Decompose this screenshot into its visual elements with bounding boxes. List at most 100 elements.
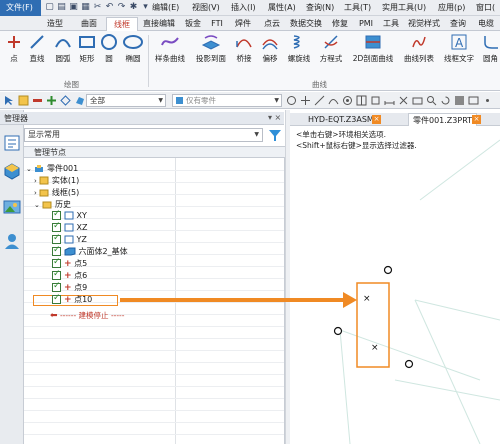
box-icon[interactable] (370, 95, 381, 106)
close-icon[interactable]: × (372, 115, 381, 124)
tab-visual-style[interactable]: 视觉样式 (404, 17, 444, 31)
tab-point-cloud[interactable]: 点云 (258, 17, 286, 31)
rectangle-button[interactable]: 矩形 (76, 33, 98, 75)
ellipse-button[interactable]: 椭圆 (121, 33, 145, 75)
zoom-icon[interactable] (426, 95, 437, 106)
line-tool-icon[interactable] (314, 95, 325, 106)
view-icon[interactable] (412, 95, 423, 106)
menu-utilities[interactable]: 实用工具(U) (382, 0, 426, 16)
tab-direct-edit[interactable]: 直接编辑 (138, 17, 180, 31)
filter-part-select[interactable]: 仅有零件 ▼ (172, 94, 282, 107)
visibility-checkbox[interactable] (52, 269, 61, 280)
expand-icon[interactable]: ⌄ (34, 201, 40, 209)
tree-node-point6[interactable]: + 点6 (64, 270, 87, 281)
shade-icon[interactable] (454, 95, 465, 106)
tree-node-wireframe[interactable]: › 线框(5) (34, 187, 79, 198)
filter-all-select[interactable]: 全部 ▼ (86, 94, 166, 107)
tab-pmi[interactable]: PMI (354, 17, 378, 31)
assembly-icon[interactable] (3, 162, 21, 180)
tab-sheet-metal[interactable]: 钣金 (180, 17, 206, 31)
add-icon[interactable] (46, 95, 57, 106)
tab-modeling[interactable]: 造型 (38, 17, 72, 31)
circle-button[interactable]: 圆 (98, 33, 120, 75)
tab-weldment[interactable]: 焊件 (228, 17, 258, 31)
tree-node-yz[interactable]: YZ (64, 234, 87, 245)
display-filter-select[interactable]: 显示常用 ▼ (24, 128, 263, 142)
cut-icon[interactable]: ✂ (92, 2, 103, 13)
wireframe-text-button[interactable]: A 线框文字 (440, 33, 478, 75)
2d-section-curve-button[interactable]: 2D剖面曲线 (348, 33, 398, 75)
rotate-icon[interactable] (440, 95, 451, 106)
image-library-icon[interactable] (3, 198, 21, 216)
tab-assembly-doc[interactable]: HYD-EQT.Z3ASM (304, 113, 378, 126)
spline-button[interactable]: 样条曲线 (152, 33, 188, 75)
visibility-checkbox[interactable] (52, 293, 61, 304)
tree-node-point9[interactable]: + 点9 (64, 282, 87, 293)
display-icon[interactable] (468, 95, 479, 106)
tab-cable[interactable]: 电缆 (472, 17, 500, 31)
equation-button[interactable]: 方程式 (316, 33, 346, 75)
3d-viewport[interactable] (290, 126, 500, 444)
settings-icon[interactable]: ✱ (128, 2, 139, 13)
arc-button[interactable]: 圆弧 (51, 33, 75, 75)
measure-icon[interactable] (384, 95, 395, 106)
delete-icon[interactable] (32, 95, 43, 106)
file-menu[interactable]: 文件(F) (0, 0, 41, 16)
pan-icon[interactable] (300, 95, 311, 106)
visibility-checkbox[interactable] (52, 281, 61, 292)
menu-window[interactable]: 窗口( (476, 0, 495, 16)
tab-fti[interactable]: FTI (206, 17, 228, 31)
save-icon[interactable]: ▣ (68, 2, 79, 13)
tree-node-root[interactable]: ⌄ 零件001 (26, 163, 78, 174)
pick-icon[interactable] (286, 95, 297, 106)
tab-data-exchange[interactable]: 数据交换 (286, 17, 326, 31)
expand-icon[interactable]: ⌄ (26, 165, 32, 173)
curve-tool-icon[interactable] (328, 95, 339, 106)
orbit-icon[interactable] (342, 95, 353, 106)
menu-view[interactable]: 视图(V) (192, 0, 220, 16)
menu-tools[interactable]: 工具(T) (344, 0, 371, 16)
fillet-button[interactable]: 圆角 (481, 33, 500, 75)
select-filter-icon[interactable] (18, 95, 29, 106)
new-file-icon[interactable]: ▢ (44, 2, 55, 13)
face-icon[interactable] (74, 95, 85, 106)
tab-tools[interactable]: 工具 (378, 17, 404, 31)
rollback-bar[interactable]: ⬅ ------ 建模停止 ----- (50, 310, 124, 321)
menu-query[interactable]: 查询(N) (306, 0, 334, 16)
helix-button[interactable]: 螺旋线 (284, 33, 314, 75)
point-button[interactable]: 点 (3, 33, 25, 75)
tree-node-hexahedron[interactable]: 六面体2_基体 (64, 246, 128, 257)
tab-repair[interactable]: 修复 (326, 17, 354, 31)
user-icon[interactable] (3, 232, 21, 250)
visibility-checkbox[interactable] (52, 257, 61, 268)
open-folder-icon[interactable]: ▤ (56, 2, 67, 13)
tree-node-solid[interactable]: › 实体(1) (34, 175, 79, 186)
undo-icon[interactable]: ↶ (104, 2, 115, 13)
close-icon[interactable]: × (472, 115, 481, 124)
tab-wireframe[interactable]: 线框 (106, 17, 138, 31)
menu-insert[interactable]: 插入(I) (231, 0, 256, 16)
menu-apps[interactable]: 应用(p) (438, 0, 465, 16)
snap-icon[interactable] (398, 95, 409, 106)
tree-node-xz[interactable]: XZ (64, 222, 88, 233)
panel-menu-icon[interactable]: ▾ × (268, 113, 281, 122)
select-icon[interactable] (4, 95, 15, 106)
tree-node-point10[interactable]: + 点10 (64, 294, 92, 305)
visibility-checkbox[interactable] (52, 209, 61, 220)
visibility-checkbox[interactable] (52, 221, 61, 232)
visibility-checkbox[interactable] (52, 233, 61, 244)
bridge-button[interactable]: 桥接 (232, 33, 256, 75)
filter-icon[interactable] (268, 128, 282, 142)
tab-surface[interactable]: 曲面 (72, 17, 106, 31)
menu-edit[interactable]: 编辑(E) (152, 0, 179, 16)
line-button[interactable]: 直线 (25, 33, 49, 75)
curve-list-button[interactable]: 曲线列表 (400, 33, 438, 75)
offset-button[interactable]: 偏移 (258, 33, 282, 75)
visibility-checkbox[interactable] (52, 245, 61, 256)
redo-icon[interactable]: ↷ (116, 2, 127, 13)
tab-part-doc[interactable]: 零件001.Z3PRT (408, 113, 478, 126)
history-manager-icon[interactable] (3, 134, 21, 152)
expand-icon[interactable]: › (34, 177, 37, 185)
tree-node-point5[interactable]: + 点5 (64, 258, 87, 269)
expand-icon[interactable]: › (34, 189, 37, 197)
